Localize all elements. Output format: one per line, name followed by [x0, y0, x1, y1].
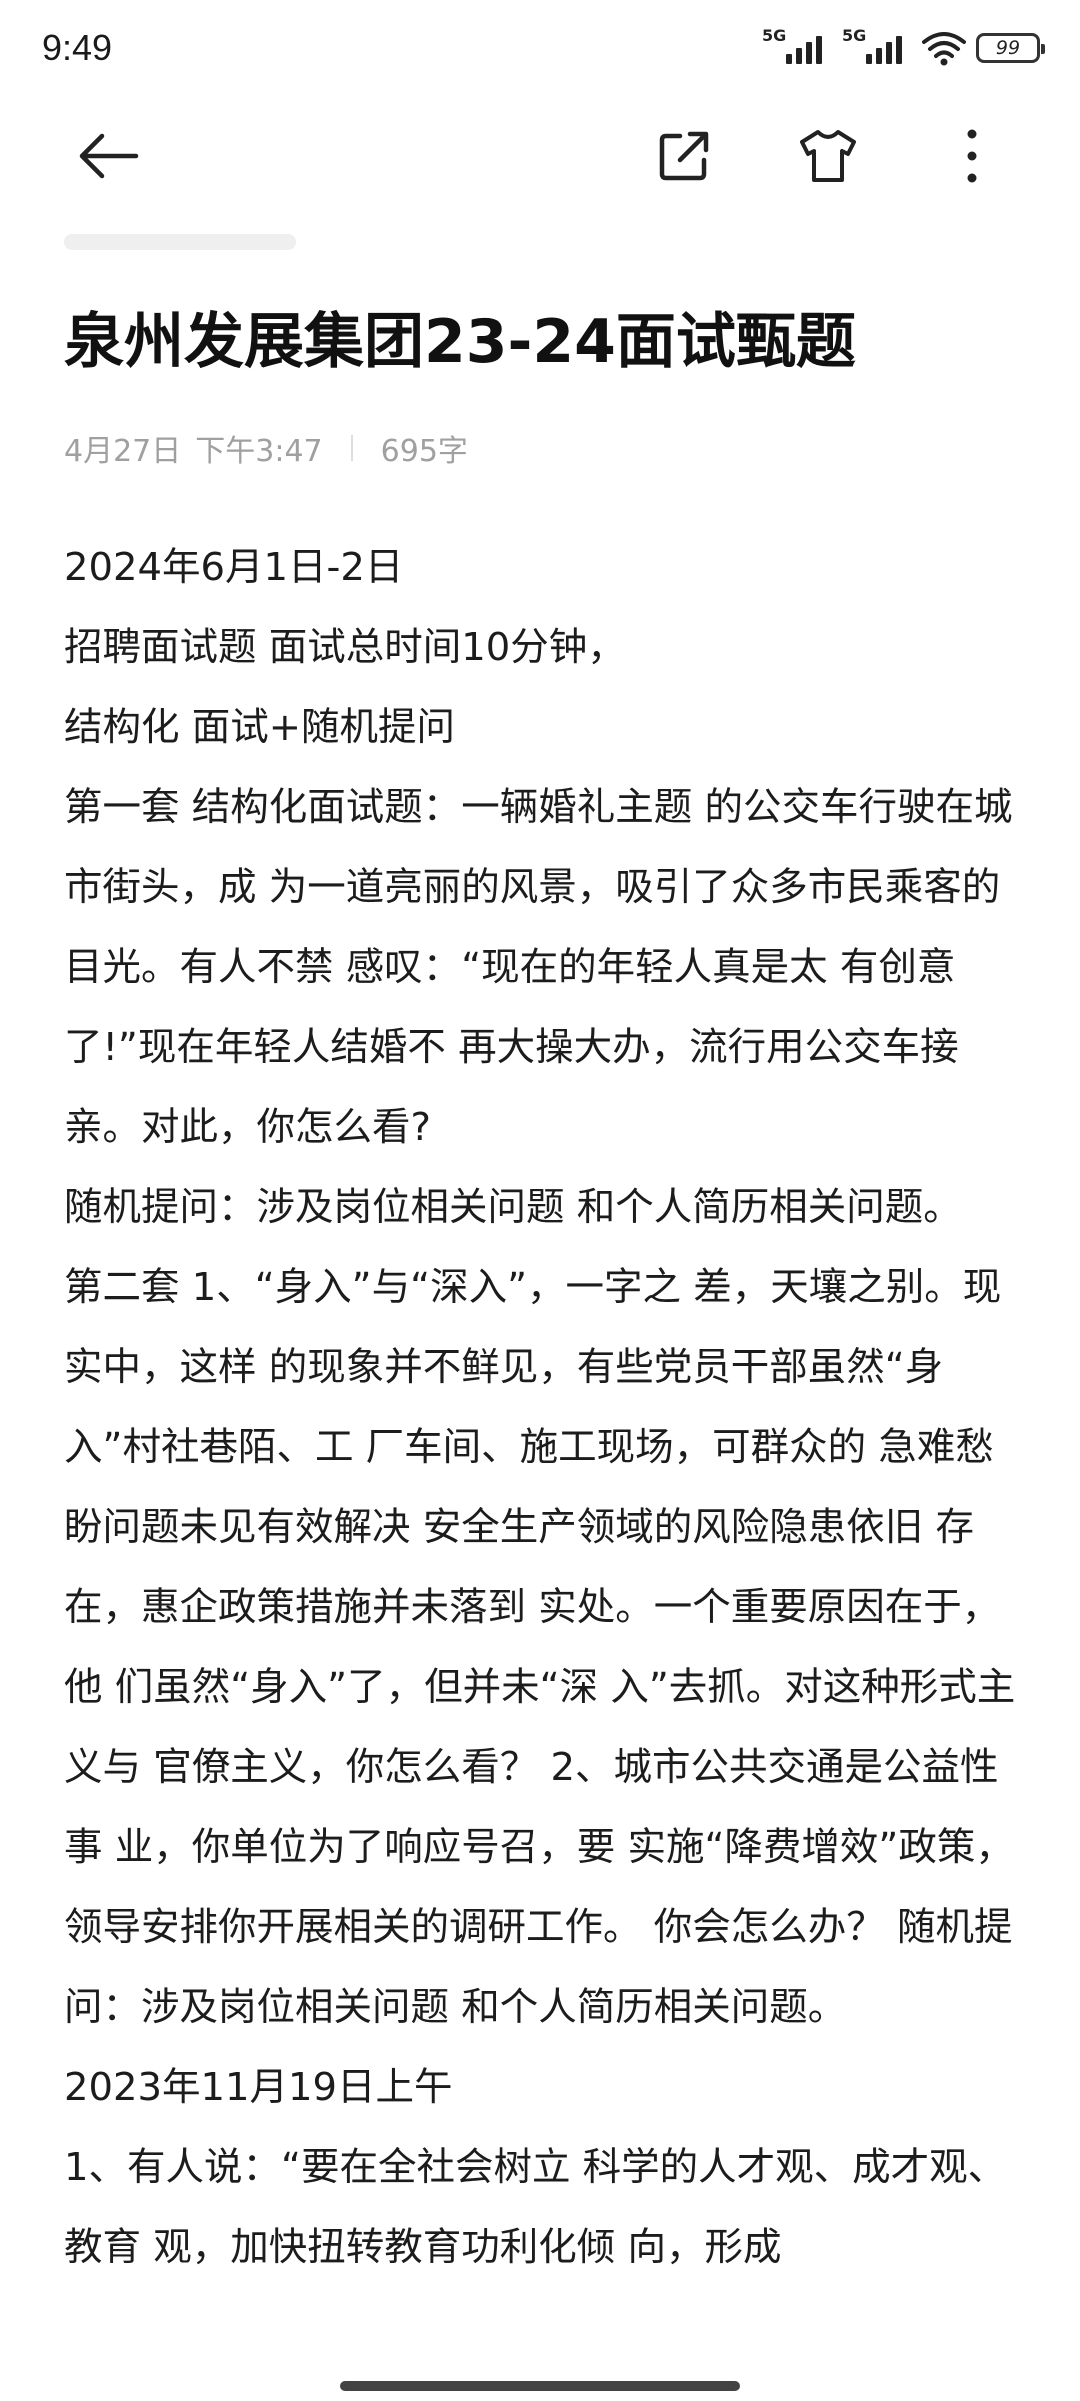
note-paragraph: 2024年6月1日-2日	[64, 545, 404, 590]
note-screen: 9:49 5G 5G 99 泉州发展集团23-24面试甄题 4月27日 下午3:…	[0, 0, 1080, 2401]
signal-sim2-icon: 5G	[842, 28, 912, 68]
battery-icon: 99	[976, 33, 1045, 63]
wifi-icon	[922, 32, 966, 66]
home-indicator[interactable]	[340, 2381, 740, 2391]
meta-divider	[350, 435, 353, 461]
note-meta: 4月27日 下午3:47 695字	[64, 424, 468, 472]
note-body[interactable]: 2024年6月1日-2日 招聘面试题 面试总时间10分钟， 结构化 面试+随机提…	[64, 528, 1024, 2288]
word-count: 695字	[380, 434, 468, 469]
note-paragraph: 结构化 面试+随机提问	[64, 705, 455, 750]
tshirt-icon	[800, 130, 856, 182]
note-paragraph: 1、有人说：“要在全社会树立 科学的人才观、成才观、教育 观，加快扭转教育功利化…	[64, 2145, 1007, 2270]
note-paragraph: 第一套 结构化面试题：一辆婚礼主题 的公交车行驶在城市街头，成 为一道亮丽的风景…	[64, 785, 1013, 1150]
status-time: 9:49	[42, 27, 113, 68]
note-title[interactable]: 泉州发展集团23-24面试甄题	[64, 300, 1024, 384]
more-options-button[interactable]	[936, 120, 1008, 192]
share-external-icon	[659, 131, 709, 181]
arrow-left-icon	[79, 133, 139, 179]
status-icons: 5G 5G 99	[762, 26, 1045, 70]
status-bar: 9:49 5G 5G 99	[0, 0, 1080, 96]
note-paragraph: 招聘面试题 面试总时间10分钟，	[64, 625, 626, 670]
note-paragraph: 2023年11月19日上午	[64, 2065, 453, 2110]
share-button[interactable]	[648, 120, 720, 192]
more-vertical-icon	[967, 129, 977, 183]
sim2-network-label: 5G	[842, 26, 867, 45]
note-paragraph: 第二套 1、“身入”与“深入”，一字之 差，天壤之别。现实中，这样 的现象并不鲜…	[64, 1265, 1016, 2030]
note-paragraph: 随机提问：涉及岗位相关问题 和个人简历相关问题。	[64, 1185, 962, 1230]
sim1-network-label: 5G	[762, 26, 787, 45]
theme-button[interactable]	[792, 120, 864, 192]
back-button[interactable]	[72, 120, 144, 192]
folder-placeholder-bar	[64, 234, 296, 250]
note-time: 下午3:47	[195, 434, 323, 469]
note-date: 4月27日	[64, 434, 182, 469]
top-toolbar	[0, 110, 1080, 200]
battery-level: 99	[995, 37, 1021, 59]
signal-sim1-icon: 5G	[762, 28, 832, 68]
